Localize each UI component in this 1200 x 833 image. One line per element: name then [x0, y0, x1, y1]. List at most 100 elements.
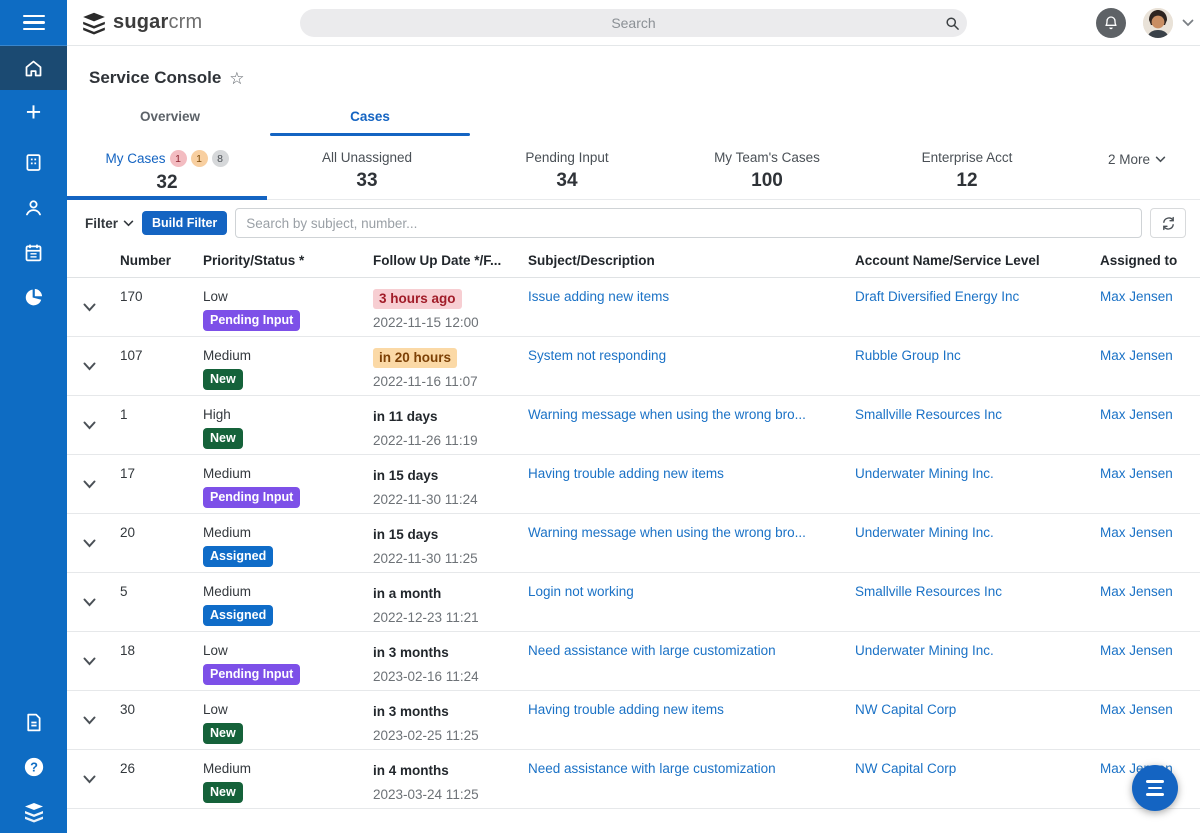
followup-relative: in 15 days — [373, 466, 438, 486]
row-expand-button[interactable] — [79, 709, 100, 732]
table-row: 26 Medium New in 4 months 2023-03-24 11:… — [67, 750, 1200, 809]
col-account[interactable]: Account Name/Service Level — [837, 246, 1090, 277]
bell-icon — [1103, 15, 1119, 31]
table-row: 1 High New in 11 days 2022-11-26 11:19 W… — [67, 396, 1200, 455]
casetab-count: 33 — [267, 170, 467, 192]
account-name-link[interactable]: Smallville Resources Inc — [855, 407, 1002, 422]
hamburger-icon — [23, 15, 45, 31]
casetab-enterprise-acct[interactable]: Enterprise Acct 12 — [867, 140, 1067, 200]
sidebar-item-help[interactable]: ? — [0, 745, 67, 789]
case-search-input[interactable] — [235, 208, 1142, 238]
notifications-button[interactable] — [1096, 8, 1126, 38]
casetab-my-cases[interactable]: My Cases 1 1 8 32 — [67, 140, 267, 200]
case-subject-link[interactable]: Having trouble adding new items — [528, 466, 724, 481]
chevron-down-icon — [83, 716, 96, 725]
case-subject-link[interactable]: Warning message when using the wrong bro… — [528, 407, 806, 422]
row-expand-button[interactable] — [79, 532, 100, 555]
col-followup-date[interactable]: Follow Up Date */F... — [355, 246, 510, 277]
case-subject-link[interactable]: Issue adding new items — [528, 289, 669, 304]
case-subject-link[interactable]: Having trouble adding new items — [528, 702, 724, 717]
casetab-my-teams-cases[interactable]: My Team's Cases 100 — [667, 140, 867, 200]
favorite-star-icon[interactable]: ☆ — [229, 70, 244, 87]
quick-actions-fab[interactable] — [1132, 765, 1178, 811]
account-name-link[interactable]: Rubble Group Inc — [855, 348, 961, 363]
sidebar-item-calendar[interactable] — [0, 230, 67, 274]
sidebar-item-accounts[interactable] — [0, 140, 67, 184]
assigned-to-link[interactable]: Max Jensen — [1100, 348, 1173, 363]
assigned-to-link[interactable]: Max Jensen — [1100, 289, 1173, 304]
account-name-link[interactable]: NW Capital Corp — [855, 761, 956, 776]
table-header: Number Priority/Status * Follow Up Date … — [67, 246, 1200, 278]
case-priority: Medium — [203, 348, 347, 363]
assigned-to-link[interactable]: Max Jensen — [1100, 466, 1173, 481]
sidebar-item-home[interactable] — [0, 46, 67, 90]
refresh-button[interactable] — [1150, 208, 1186, 238]
status-badge: Assigned — [203, 605, 273, 626]
assigned-to-link[interactable]: Max Jensen — [1100, 643, 1173, 658]
account-name-link[interactable]: Underwater Mining Inc. — [855, 466, 994, 481]
case-subject-link[interactable]: Need assistance with large customization — [528, 643, 776, 658]
question-icon: ? — [23, 756, 45, 778]
row-expand-button[interactable] — [79, 591, 100, 614]
case-subject-link[interactable]: System not responding — [528, 348, 666, 363]
assigned-to-link[interactable]: Max Jensen — [1100, 407, 1173, 422]
account-name-link[interactable]: Smallville Resources Inc — [855, 584, 1002, 599]
row-expand-button[interactable] — [79, 473, 100, 496]
filter-row: Filter Build Filter — [67, 200, 1200, 246]
col-number[interactable]: Number — [112, 246, 185, 277]
active-tab-indicator — [270, 133, 470, 136]
row-expand-button[interactable] — [79, 296, 100, 319]
more-tabs-dropdown[interactable]: 2 More — [1077, 152, 1197, 167]
chevron-down-icon — [83, 598, 96, 607]
assigned-to-link[interactable]: Max Jensen — [1100, 584, 1173, 599]
pie-chart-icon — [23, 287, 44, 308]
col-subject[interactable]: Subject/Description — [510, 246, 837, 277]
sidebar-item-create[interactable]: + — [0, 90, 67, 134]
sidebar-item-contacts[interactable] — [0, 185, 67, 229]
case-subject-link[interactable]: Login not working — [528, 584, 634, 599]
followup-relative: in 20 hours — [373, 348, 457, 368]
sidebar-item-sugar[interactable] — [0, 790, 67, 833]
avatar-chevron-icon[interactable] — [1182, 19, 1194, 27]
status-badge: Pending Input — [203, 664, 300, 685]
user-avatar[interactable] — [1143, 8, 1173, 38]
followup-date: 2023-02-16 11:24 — [373, 669, 502, 684]
col-assigned-to[interactable]: Assigned to — [1090, 246, 1200, 277]
filter-dropdown[interactable]: Filter — [85, 216, 134, 231]
document-icon — [23, 712, 44, 733]
case-subject-link[interactable]: Need assistance with large customization — [528, 761, 776, 776]
casetab-count: 100 — [667, 170, 867, 192]
chevron-down-icon — [83, 775, 96, 784]
casetab-all-unassigned[interactable]: All Unassigned 33 — [267, 140, 467, 200]
global-search-input[interactable] — [300, 9, 967, 37]
status-badge: New — [203, 723, 243, 744]
sugarcrm-logo[interactable]: sugarcrm — [81, 10, 202, 36]
row-expand-button[interactable] — [79, 355, 100, 378]
account-name-link[interactable]: Draft Diversified Energy Inc — [855, 289, 1019, 304]
account-name-link[interactable]: Underwater Mining Inc. — [855, 643, 994, 658]
tab-overview[interactable]: Overview — [70, 96, 270, 136]
sidebar-item-documentation[interactable] — [0, 700, 67, 744]
account-name-link[interactable]: Underwater Mining Inc. — [855, 525, 994, 540]
assigned-to-link[interactable]: Max Jensen — [1100, 525, 1173, 540]
table-row: 20 Medium Assigned in 15 days 2022-11-30… — [67, 514, 1200, 573]
home-icon — [23, 58, 44, 79]
row-expand-button[interactable] — [79, 650, 100, 673]
row-expand-button[interactable] — [79, 768, 100, 791]
chevron-down-icon — [123, 220, 134, 227]
col-priority-status[interactable]: Priority/Status * — [185, 246, 355, 277]
case-subject-link[interactable]: Warning message when using the wrong bro… — [528, 525, 806, 540]
sidebar-menu-button[interactable] — [0, 0, 67, 46]
tab-cases[interactable]: Cases — [270, 96, 470, 136]
row-expand-button[interactable] — [79, 414, 100, 437]
case-priority: Low — [203, 643, 347, 658]
chevron-down-icon — [83, 362, 96, 371]
partial-next-row — [67, 809, 1200, 822]
chevron-down-icon — [83, 421, 96, 430]
build-filter-button[interactable]: Build Filter — [142, 211, 227, 235]
sidebar-item-reports[interactable] — [0, 275, 67, 319]
assigned-to-link[interactable]: Max Jensen — [1100, 702, 1173, 717]
casetab-pending-input[interactable]: Pending Input 34 — [467, 140, 667, 200]
followup-date: 2022-12-23 11:21 — [373, 610, 502, 625]
account-name-link[interactable]: NW Capital Corp — [855, 702, 956, 717]
